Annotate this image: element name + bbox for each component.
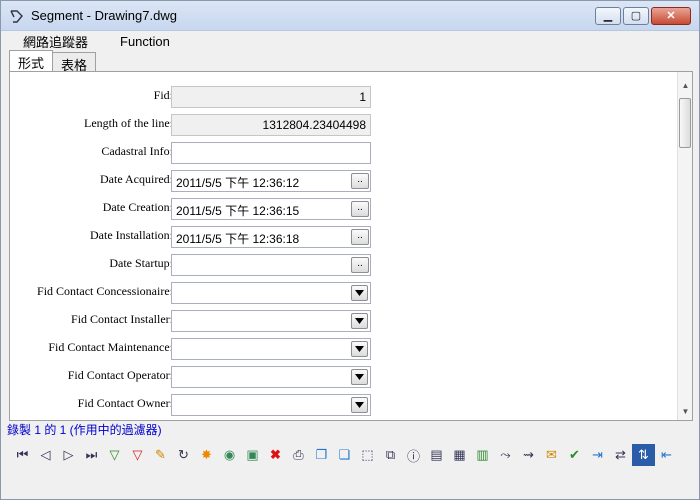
row-owner: Fid Contact Owner:: [10, 394, 678, 418]
date-installation-label: Date Installation:: [90, 228, 173, 242]
previous-record-icon[interactable]: ◁: [34, 444, 57, 466]
cadastral-info-field[interactable]: [171, 142, 371, 164]
tab-strip: 形式 表格: [9, 50, 97, 73]
next-record-icon[interactable]: ▷: [57, 444, 80, 466]
concessionaire-dropdown-arrow-icon[interactable]: [351, 285, 368, 301]
form-panel: Fid: 1 Length of the line: 1312804.23404…: [9, 71, 693, 421]
scroll-thumb[interactable]: [679, 98, 691, 148]
maintenance-label: Fid Contact Maintenance:: [48, 340, 173, 354]
date-acquired-picker-button[interactable]: ..: [351, 173, 369, 189]
menu-bar: 網路追蹤器 Function: [1, 31, 699, 51]
owner-dropdown[interactable]: [171, 394, 371, 416]
date-startup-label: Date Startup:: [109, 256, 173, 270]
zoom-globe-icon[interactable]: ◉: [218, 444, 241, 466]
highlight-icon[interactable]: ✸: [195, 444, 218, 466]
application-window: Segment - Drawing7.dwg ▁ ▢ ✕ 網路追蹤器 Funct…: [0, 0, 700, 500]
row-length: Length of the line: 1312804.23404498: [10, 114, 678, 138]
validate-icon[interactable]: ✔: [563, 444, 586, 466]
window-title: Segment - Drawing7.dwg: [31, 8, 177, 23]
row-date-startup: Date Startup: ..: [10, 254, 678, 278]
last-record-icon[interactable]: ⏭: [80, 444, 103, 466]
date-creation-picker-button[interactable]: ..: [351, 201, 369, 217]
owner-dropdown-arrow-icon[interactable]: [351, 397, 368, 413]
row-concessionaire: Fid Contact Concessionaire:: [10, 282, 678, 306]
row-maintenance: Fid Contact Maintenance:: [10, 338, 678, 362]
record-status: 錄製 1 的 1 (作用中的過濾器): [7, 423, 162, 437]
row-operator: Fid Contact Operator:: [10, 366, 678, 390]
installer-dropdown-arrow-icon[interactable]: [351, 313, 368, 329]
transfer-icon[interactable]: ⇄: [609, 444, 632, 466]
fid-field: 1: [171, 86, 371, 108]
segment-app-icon: [10, 9, 23, 23]
tab-table[interactable]: 表格: [52, 52, 97, 73]
vertical-scrollbar[interactable]: ▲ ▼: [677, 72, 692, 420]
refresh-icon[interactable]: ↻: [172, 444, 195, 466]
edit-pencil-icon[interactable]: ✎: [149, 444, 172, 466]
title-bar: Segment - Drawing7.dwg ▁ ▢ ✕: [1, 1, 699, 31]
date-installation-field[interactable]: 2011/5/5 下午 12:36:18: [171, 226, 371, 248]
maintenance-dropdown[interactable]: [171, 338, 371, 360]
date-creation-label: Date Creation:: [102, 200, 173, 214]
bottom-toolbar: ⏮ ◁ ▷ ⏭ ▽ ▽ ✎ ↻ ✸ ◉ ▣ ✖ ⎙ ❐ ❏ ⬚ ⧉ ⓘ ▤ ▦ …: [11, 444, 691, 466]
new-document-icon[interactable]: ✉: [540, 444, 563, 466]
owner-label: Fid Contact Owner:: [77, 396, 173, 410]
scroll-up-icon[interactable]: ▲: [678, 78, 693, 94]
connect-icon[interactable]: ⇥: [586, 444, 609, 466]
row-cadastral: Cadastral Info:: [10, 142, 678, 166]
minimize-button[interactable]: ▁: [595, 6, 621, 25]
maximize-button[interactable]: ▢: [623, 6, 649, 25]
add-filter-icon[interactable]: ▽: [103, 444, 126, 466]
length-label: Length of the line:: [84, 116, 173, 130]
date-acquired-field[interactable]: 2011/5/5 下午 12:36:12: [171, 170, 371, 192]
first-record-icon[interactable]: ⏮: [11, 444, 34, 466]
report-icon[interactable]: ▥: [471, 444, 494, 466]
document-icon[interactable]: ▤: [425, 444, 448, 466]
installer-dropdown[interactable]: [171, 310, 371, 332]
concessionaire-dropdown[interactable]: [171, 282, 371, 304]
date-startup-picker-button[interactable]: ..: [351, 257, 369, 273]
date-creation-field[interactable]: 2011/5/5 下午 12:36:15: [171, 198, 371, 220]
row-date-acquired: Date Acquired: 2011/5/5 下午 12:36:12 ..: [10, 170, 678, 194]
maintenance-dropdown-arrow-icon[interactable]: [351, 341, 368, 357]
date-acquired-label: Date Acquired:: [100, 172, 173, 186]
operator-dropdown-arrow-icon[interactable]: [351, 369, 368, 385]
menu-function[interactable]: Function: [114, 34, 176, 49]
trace-icon[interactable]: ⤳: [494, 444, 517, 466]
remove-filter-icon[interactable]: ▽: [126, 444, 149, 466]
export-icon[interactable]: ▦: [448, 444, 471, 466]
trace-network-icon[interactable]: ⇝: [517, 444, 540, 466]
operator-label: Fid Contact Operator:: [67, 368, 173, 382]
copy-all-icon[interactable]: ❏: [333, 444, 356, 466]
info-icon[interactable]: ⓘ: [402, 444, 425, 466]
tab-form[interactable]: 形式: [9, 50, 54, 71]
sort-icon[interactable]: ⇅: [632, 444, 655, 466]
exit-icon[interactable]: ⇤: [655, 444, 678, 466]
select-box-icon[interactable]: ⬚: [356, 444, 379, 466]
menu-network-tracer[interactable]: 網路追蹤器: [17, 32, 94, 51]
scroll-down-icon[interactable]: ▼: [678, 404, 693, 420]
row-installer: Fid Contact Installer:: [10, 310, 678, 334]
length-field: 1312804.23404498: [171, 114, 371, 136]
form-area: Fid: 1 Length of the line: 1312804.23404…: [10, 72, 678, 420]
operator-dropdown[interactable]: [171, 366, 371, 388]
date-startup-field[interactable]: [171, 254, 371, 276]
copy-icon[interactable]: ❐: [310, 444, 333, 466]
cadastral-info-label: Cadastral Info:: [101, 144, 173, 158]
date-installation-picker-button[interactable]: ..: [351, 229, 369, 245]
row-date-creation: Date Creation: 2011/5/5 下午 12:36:15 ..: [10, 198, 678, 222]
duplicate-icon[interactable]: ⧉: [379, 444, 402, 466]
delete-icon[interactable]: ✖: [264, 444, 287, 466]
close-button[interactable]: ✕: [651, 6, 691, 25]
row-fid: Fid: 1: [10, 86, 678, 110]
installer-label: Fid Contact Installer:: [71, 312, 173, 326]
row-date-installation: Date Installation: 2011/5/5 下午 12:36:18 …: [10, 226, 678, 250]
concessionaire-label: Fid Contact Concessionaire:: [37, 284, 173, 298]
select-icon[interactable]: ▣: [241, 444, 264, 466]
print-icon[interactable]: ⎙: [287, 444, 310, 466]
